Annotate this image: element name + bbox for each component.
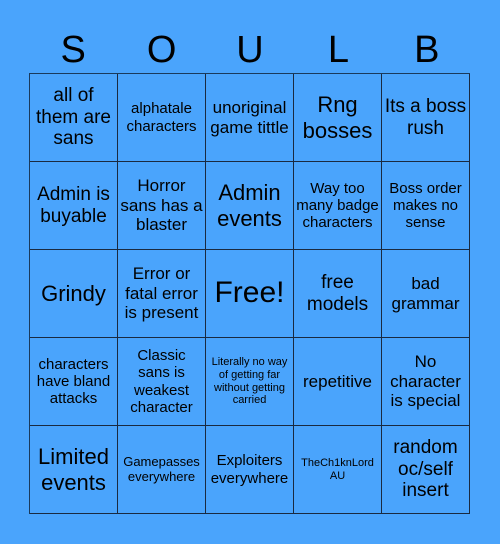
bingo-cell[interactable]: Literally no way of getting far without … bbox=[206, 338, 294, 426]
bingo-cell[interactable]: Classic sans is weakest character bbox=[118, 338, 206, 426]
bingo-cell[interactable]: Grindy bbox=[30, 250, 118, 338]
bingo-cell[interactable]: TheCh1knLord AU bbox=[294, 426, 382, 514]
bingo-cell[interactable]: No character is special bbox=[382, 338, 470, 426]
title-letter-l: L bbox=[327, 29, 349, 71]
title-letter-u: U bbox=[236, 29, 264, 71]
bingo-cell[interactable]: Gamepasses everywhere bbox=[118, 426, 206, 514]
bingo-cell[interactable]: free models bbox=[294, 250, 382, 338]
bingo-cell[interactable]: Admin is buyable bbox=[30, 162, 118, 250]
title-letter-s: S bbox=[60, 29, 86, 71]
bingo-cell[interactable]: Its a boss rush bbox=[382, 74, 470, 162]
bingo-cell[interactable]: alphatale characters bbox=[118, 74, 206, 162]
bingo-cell[interactable]: Boss order makes no sense bbox=[382, 162, 470, 250]
bingo-cell[interactable]: bad grammar bbox=[382, 250, 470, 338]
bingo-cell[interactable]: Horror sans has a blaster bbox=[118, 162, 206, 250]
bingo-cell[interactable]: Way too many badge characters bbox=[294, 162, 382, 250]
title-letter-b: B bbox=[414, 29, 440, 71]
bingo-cell[interactable]: Rng bosses bbox=[294, 74, 382, 162]
title-letter-o: O bbox=[146, 29, 177, 71]
bingo-cell[interactable]: all of them are sans bbox=[30, 74, 118, 162]
bingo-board: all of them are sans alphatale character… bbox=[29, 73, 470, 514]
bingo-cell[interactable]: unoriginal game tittle bbox=[206, 74, 294, 162]
bingo-cell[interactable]: Error or fatal error is present bbox=[118, 250, 206, 338]
bingo-cell[interactable]: Limited events bbox=[30, 426, 118, 514]
bingo-cell[interactable]: Admin events bbox=[206, 162, 294, 250]
bingo-cell[interactable]: characters have bland attacks bbox=[30, 338, 118, 426]
bingo-title: S O U L B bbox=[29, 28, 471, 72]
bingo-cell[interactable]: repetitive bbox=[294, 338, 382, 426]
free-space-cell[interactable]: Free! bbox=[206, 250, 294, 338]
bingo-cell[interactable]: random oc/self insert bbox=[382, 426, 470, 514]
bingo-cell[interactable]: Exploiters everywhere bbox=[206, 426, 294, 514]
